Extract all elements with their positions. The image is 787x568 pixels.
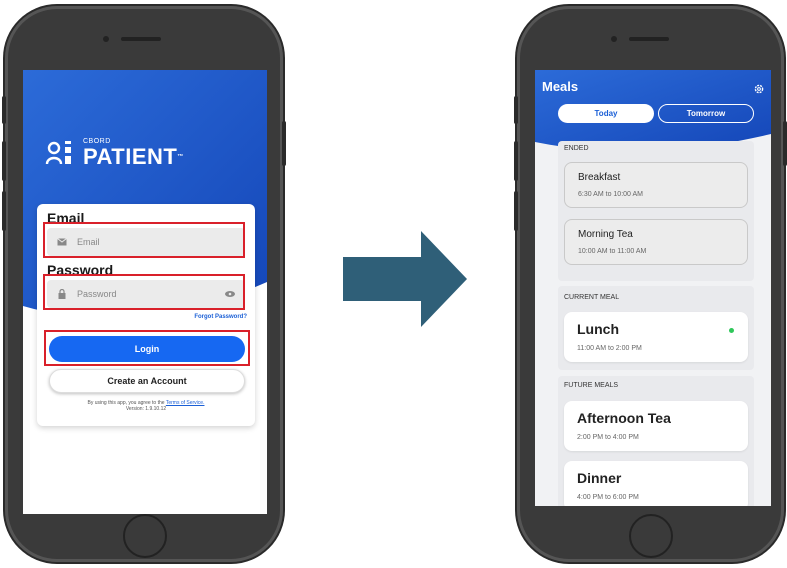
brand-logo: CBORD PATIENT™ bbox=[45, 138, 184, 168]
version-text: Version: 1.9.10.12 bbox=[125, 406, 167, 412]
cbord-logo-icon bbox=[45, 141, 71, 165]
ended-header: ENDED bbox=[564, 145, 589, 152]
current-meal-section: CURRENT MEAL Lunch 11:00 AM to 2:00 PM bbox=[558, 286, 754, 370]
current-meal-header: CURRENT MEAL bbox=[564, 294, 620, 301]
tab-tomorrow[interactable]: Tomorrow bbox=[658, 104, 754, 123]
current-status-dot bbox=[729, 328, 734, 333]
meal-card-dinner[interactable]: Dinner 4:00 PM to 6:00 PM bbox=[564, 461, 748, 506]
meal-name: Morning Tea bbox=[578, 229, 633, 240]
meal-card-breakfast[interactable]: Breakfast 6:30 AM to 10:00 AM bbox=[564, 162, 748, 208]
future-meals-section: FUTURE MEALS Afternoon Tea 2:00 PM to 4:… bbox=[558, 376, 754, 506]
tab-today[interactable]: Today bbox=[558, 104, 654, 123]
terms-text: By using this app, you agree to the Term… bbox=[37, 400, 255, 412]
meal-name: Breakfast bbox=[578, 172, 621, 183]
brand-name: PATIENT™ bbox=[83, 144, 184, 169]
login-card: Email Email Password Password Forgot Pas… bbox=[37, 204, 255, 426]
meal-name: Lunch bbox=[577, 321, 619, 337]
terms-of-service-link[interactable]: Terms of Service. bbox=[166, 400, 205, 406]
create-account-button[interactable]: Create an Account bbox=[49, 369, 245, 393]
future-meals-header: FUTURE MEALS bbox=[564, 382, 619, 389]
meal-card-afternoon-tea[interactable]: Afternoon Tea 2:00 PM to 4:00 PM bbox=[564, 401, 748, 451]
login-highlight bbox=[44, 330, 250, 366]
meal-time: 6:30 AM to 10:00 AM bbox=[578, 191, 643, 198]
tutorial-stage: CBORD PATIENT™ Email Email Password Pass… bbox=[0, 0, 787, 568]
gear-icon[interactable] bbox=[753, 82, 765, 100]
meal-time: 4:00 PM to 6:00 PM bbox=[577, 494, 639, 501]
forgot-password-link[interactable]: Forgot Password? bbox=[194, 314, 247, 320]
meal-time: 10:00 AM to 11:00 AM bbox=[578, 248, 647, 255]
page-title: Meals bbox=[542, 79, 579, 94]
phone-right: Meals Today Tomorrow ENDED Breakfast 6:3… bbox=[514, 6, 787, 562]
arrow-right-icon bbox=[343, 231, 467, 327]
meal-time: 2:00 PM to 4:00 PM bbox=[577, 434, 639, 441]
home-button[interactable] bbox=[123, 514, 167, 558]
phone-left: CBORD PATIENT™ Email Email Password Pass… bbox=[2, 6, 286, 562]
meal-card-morning-tea[interactable]: Morning Tea 10:00 AM to 11:00 AM bbox=[564, 219, 748, 265]
password-highlight bbox=[43, 274, 245, 310]
login-screen: CBORD PATIENT™ Email Email Password Pass… bbox=[23, 70, 267, 514]
meals-screen: Meals Today Tomorrow ENDED Breakfast 6:3… bbox=[535, 70, 771, 506]
email-highlight bbox=[43, 222, 245, 258]
meal-name: Dinner bbox=[577, 470, 622, 486]
ended-section: ENDED Breakfast 6:30 AM to 10:00 AM Morn… bbox=[558, 141, 754, 281]
meal-card-lunch[interactable]: Lunch 11:00 AM to 2:00 PM bbox=[564, 312, 748, 362]
home-button[interactable] bbox=[629, 514, 673, 558]
meal-name: Afternoon Tea bbox=[577, 410, 671, 426]
meal-time: 11:00 AM to 2:00 PM bbox=[577, 345, 642, 352]
